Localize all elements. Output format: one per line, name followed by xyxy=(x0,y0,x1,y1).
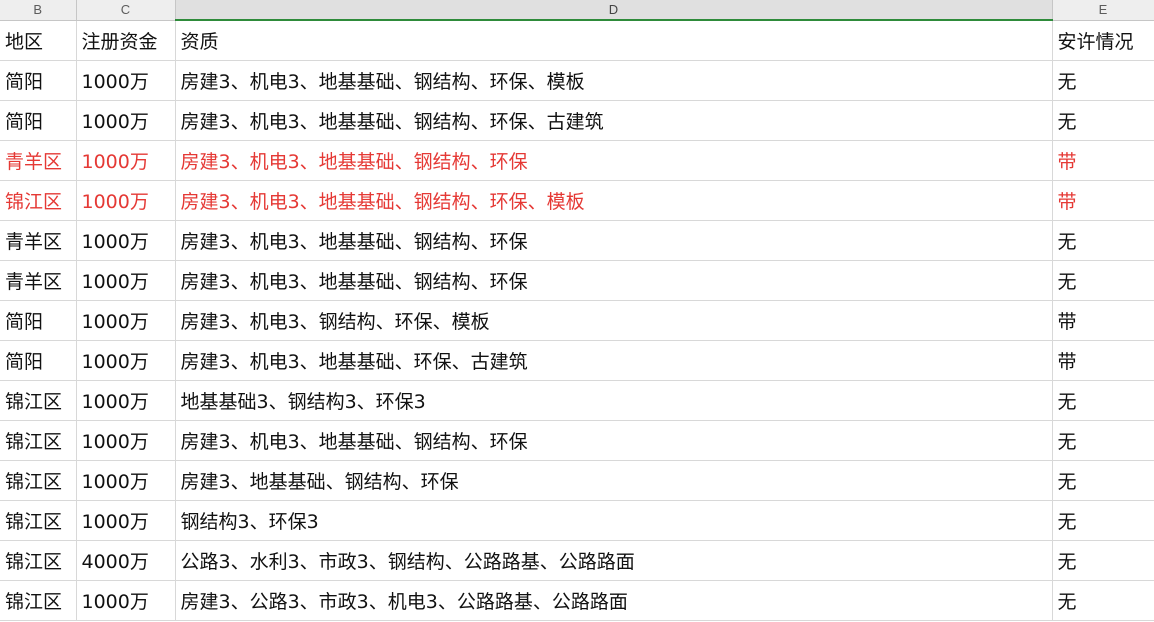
header-cell-qualification[interactable]: 资质 xyxy=(175,20,1053,61)
cell-qualification[interactable]: 房建3、机电3、地基基础、钢结构、环保、模板 xyxy=(175,180,1053,221)
cell-safety-license[interactable]: 无 xyxy=(1052,460,1154,501)
cell-safety-license[interactable]: 无 xyxy=(1052,60,1154,101)
cell-region[interactable]: 锦江区 xyxy=(0,420,77,461)
cell-region[interactable]: 青羊区 xyxy=(0,140,77,181)
cell-region[interactable]: 简阳 xyxy=(0,100,77,141)
cell-safety-license[interactable]: 无 xyxy=(1052,380,1154,421)
column-header-c[interactable]: C xyxy=(76,0,176,21)
column-header-b[interactable]: B xyxy=(0,0,77,21)
header-cell-region[interactable]: 地区 xyxy=(0,20,77,61)
cell-region[interactable]: 青羊区 xyxy=(0,260,77,301)
cell-capital[interactable]: 1000万 xyxy=(76,140,176,181)
cell-safety-license[interactable]: 带 xyxy=(1052,180,1154,221)
cell-region[interactable]: 简阳 xyxy=(0,60,77,101)
cell-qualification[interactable]: 公路3、水利3、市政3、钢结构、公路路基、公路路面 xyxy=(175,540,1053,581)
table-row: 青羊区 1000万 房建3、机电3、地基基础、钢结构、环保带 xyxy=(0,140,1154,181)
cell-region[interactable]: 锦江区 xyxy=(0,460,77,501)
cell-region[interactable]: 锦江区 xyxy=(0,180,77,221)
cell-safety-license[interactable]: 无 xyxy=(1052,100,1154,141)
cell-qualification[interactable]: 房建3、机电3、钢结构、环保、模板 xyxy=(175,300,1053,341)
cell-capital[interactable]: 4000万 xyxy=(76,540,176,581)
cell-qualification[interactable]: 地基基础3、钢结构3、环保3 xyxy=(175,380,1053,421)
cell-safety-license[interactable]: 无 xyxy=(1052,540,1154,581)
cell-qualification[interactable]: 房建3、机电3、地基基础、钢结构、环保、古建筑 xyxy=(175,100,1053,141)
cell-capital[interactable]: 1000万 xyxy=(76,580,176,621)
table-header-row: 地区 注册资金 资质 安许情况 xyxy=(0,20,1154,61)
table-row: 简阳 1000万 房建3、机电3、钢结构、环保、模板带 xyxy=(0,300,1154,341)
table-row: 锦江区 1000万 房建3、公路3、市政3、机电3、公路路基、公路路面无 xyxy=(0,580,1154,621)
table-row: 锦江区 1000万 房建3、地基基础、钢结构、环保无 xyxy=(0,460,1154,501)
cell-safety-license[interactable]: 带 xyxy=(1052,300,1154,341)
table-row: 锦江区 1000万 地基基础3、钢结构3、环保3 无 xyxy=(0,380,1154,421)
table-row: 锦江区 1000万 房建3、机电3、地基基础、钢结构、环保、模板带 xyxy=(0,180,1154,221)
column-header-d[interactable]: D xyxy=(175,0,1053,21)
cell-capital[interactable]: 1000万 xyxy=(76,380,176,421)
column-header-e[interactable]: E xyxy=(1052,0,1154,21)
table-row: 青羊区 1000万 房建3、机电3、地基基础、钢结构、环保无 xyxy=(0,260,1154,301)
cell-qualification[interactable]: 房建3、机电3、地基基础、钢结构、环保、模板 xyxy=(175,60,1053,101)
cell-capital[interactable]: 1000万 xyxy=(76,300,176,341)
cell-qualification[interactable]: 房建3、机电3、地基基础、环保、古建筑 xyxy=(175,340,1053,381)
spreadsheet-grid: B C D E 地区 注册资金 资质 安许情况 简阳 1000万 房建3、机电3、地… xyxy=(0,0,1154,622)
cell-safety-license[interactable]: 无 xyxy=(1052,260,1154,301)
cell-capital[interactable]: 1000万 xyxy=(76,420,176,461)
cell-safety-license[interactable]: 带 xyxy=(1052,340,1154,381)
cell-safety-license[interactable]: 无 xyxy=(1052,580,1154,621)
cell-region[interactable]: 简阳 xyxy=(0,300,77,341)
table-row: 简阳 1000万 房建3、机电3、地基基础、钢结构、环保、古建筑无 xyxy=(0,100,1154,141)
cell-region[interactable]: 锦江区 xyxy=(0,380,77,421)
cell-qualification[interactable]: 钢结构3、环保3 xyxy=(175,500,1053,541)
cell-qualification[interactable]: 房建3、机电3、地基基础、钢结构、环保 xyxy=(175,220,1053,261)
cell-region[interactable]: 简阳 xyxy=(0,340,77,381)
header-cell-capital[interactable]: 注册资金 xyxy=(76,20,176,61)
table-row: 简阳 1000万 房建3、机电3、地基基础、环保、古建筑带 xyxy=(0,340,1154,381)
cell-qualification[interactable]: 房建3、机电3、地基基础、钢结构、环保 xyxy=(175,420,1053,461)
table-row: 锦江区 1000万 钢结构3、环保3 无 xyxy=(0,500,1154,541)
cell-capital[interactable]: 1000万 xyxy=(76,260,176,301)
cell-capital[interactable]: 1000万 xyxy=(76,340,176,381)
cell-safety-license[interactable]: 带 xyxy=(1052,140,1154,181)
cell-region[interactable]: 锦江区 xyxy=(0,540,77,581)
cell-capital[interactable]: 1000万 xyxy=(76,100,176,141)
cell-safety-license[interactable]: 无 xyxy=(1052,220,1154,261)
cell-capital[interactable]: 1000万 xyxy=(76,60,176,101)
cell-qualification[interactable]: 房建3、机电3、地基基础、钢结构、环保 xyxy=(175,140,1053,181)
cell-capital[interactable]: 1000万 xyxy=(76,500,176,541)
table-row: 简阳 1000万 房建3、机电3、地基基础、钢结构、环保、模板无 xyxy=(0,60,1154,101)
header-cell-safety-license[interactable]: 安许情况 xyxy=(1052,20,1154,61)
cell-qualification[interactable]: 房建3、公路3、市政3、机电3、公路路基、公路路面 xyxy=(175,580,1053,621)
cell-qualification[interactable]: 房建3、机电3、地基基础、钢结构、环保 xyxy=(175,260,1053,301)
cell-capital[interactable]: 1000万 xyxy=(76,180,176,221)
cell-safety-license[interactable]: 无 xyxy=(1052,420,1154,461)
cell-capital[interactable]: 1000万 xyxy=(76,460,176,501)
cell-region[interactable]: 青羊区 xyxy=(0,220,77,261)
cell-safety-license[interactable]: 无 xyxy=(1052,500,1154,541)
data-table: B C D E 地区 注册资金 资质 安许情况 简阳 1000万 房建3、机电3、地… xyxy=(0,0,1154,621)
cell-region[interactable]: 锦江区 xyxy=(0,500,77,541)
table-row: 锦江区 1000万 房建3、机电3、地基基础、钢结构、环保无 xyxy=(0,420,1154,461)
cell-capital[interactable]: 1000万 xyxy=(76,220,176,261)
cell-region[interactable]: 锦江区 xyxy=(0,580,77,621)
column-header-row: B C D E xyxy=(0,0,1154,21)
cell-qualification[interactable]: 房建3、地基基础、钢结构、环保 xyxy=(175,460,1053,501)
table-row: 青羊区 1000万 房建3、机电3、地基基础、钢结构、环保无 xyxy=(0,220,1154,261)
table-row: 锦江区 4000万 公路3、水利3、市政3、钢结构、公路路基、公路路面无 xyxy=(0,540,1154,581)
